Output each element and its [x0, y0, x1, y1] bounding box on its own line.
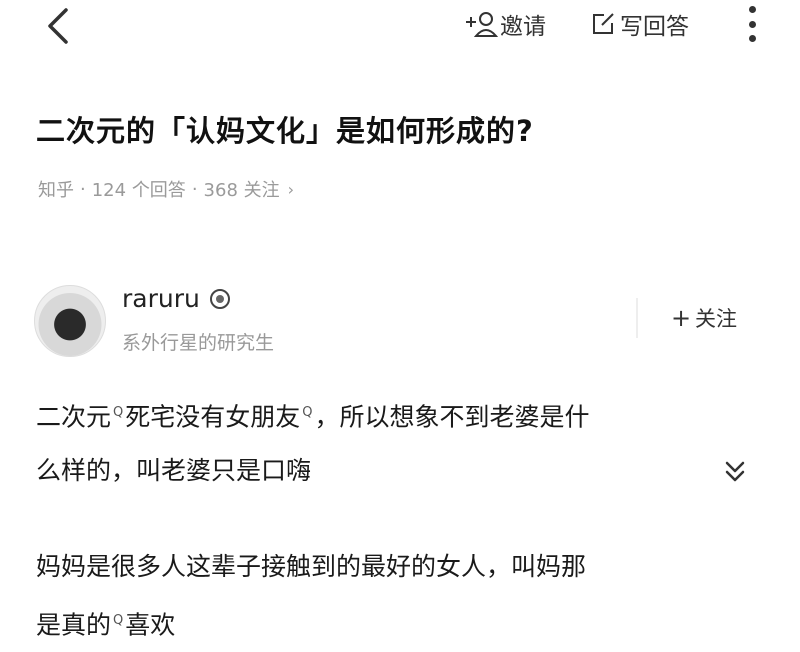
- more-dot: [748, 35, 756, 42]
- more-vertical-icon: [748, 6, 756, 13]
- answer-line: 是真的 Q喜欢: [36, 594, 766, 652]
- answer-line: 二次元 Q死宅没有女朋友 Q，所以想象不到老婆是什: [36, 386, 766, 444]
- follow-label: 关注: [695, 307, 738, 331]
- chevron-right-icon: ›: [287, 179, 295, 199]
- avatar[interactable]: [34, 285, 106, 357]
- question-title[interactable]: 二次元的「认妈文化」是如何形成的?: [36, 108, 534, 150]
- write-answer-label: 写回答: [620, 14, 689, 40]
- answer-text: 二次元: [36, 402, 112, 432]
- more-options-button[interactable]: [742, 6, 762, 42]
- double-chevron-down-icon: [725, 461, 745, 482]
- answer-line: 么样的，叫老婆只是口嗨: [36, 456, 312, 486]
- edit-icon: [593, 13, 614, 34]
- search-link-icon[interactable]: Q: [302, 386, 312, 440]
- top-bar: 邀请 写回答: [0, 0, 800, 56]
- answer-count: 124 个回答: [91, 180, 186, 201]
- answer-paragraph: 妈妈是很多人这辈子接触到的最好的女人，叫妈那 是真的 Q喜欢: [36, 540, 766, 652]
- verified-badge-icon: [209, 288, 230, 309]
- answer-text: 死宅没有女朋友: [125, 402, 301, 432]
- separator: ·: [191, 178, 198, 200]
- more-dot: [748, 20, 756, 28]
- follower-count: 368 关注: [203, 180, 280, 201]
- back-button[interactable]: [38, 4, 78, 48]
- follow-button[interactable]: + 关注: [636, 298, 770, 338]
- author-bio: 系外行星的研究生: [122, 332, 275, 354]
- search-link-icon[interactable]: Q: [113, 594, 123, 648]
- source-label: 知乎: [38, 180, 74, 201]
- expand-button[interactable]: [722, 458, 748, 486]
- answer-text: ，所以想象不到老婆是什: [314, 402, 590, 432]
- add-person-icon: [466, 12, 498, 37]
- answer-text: 是真的: [36, 610, 112, 640]
- question-meta[interactable]: 知乎 · 124 个回答 · 368 关注 ›: [38, 176, 294, 202]
- invite-label: 邀请: [500, 14, 546, 40]
- back-arrow-icon: [48, 8, 68, 44]
- author-name[interactable]: raruru: [122, 284, 230, 313]
- author-name-text: raruru: [122, 284, 200, 313]
- answer-paragraph: 二次元 Q死宅没有女朋友 Q，所以想象不到老婆是什 么样的，叫老婆只是口嗨: [36, 386, 766, 498]
- invite-button[interactable]: 邀请: [464, 8, 546, 40]
- plus-icon: +: [670, 304, 692, 332]
- separator: ·: [80, 178, 86, 200]
- write-answer-button[interactable]: 写回答: [590, 8, 689, 40]
- answer-text: 喜欢: [125, 610, 176, 640]
- answer-line: 妈妈是很多人这辈子接触到的最好的女人，叫妈那: [36, 552, 587, 581]
- search-link-icon[interactable]: Q: [113, 386, 123, 440]
